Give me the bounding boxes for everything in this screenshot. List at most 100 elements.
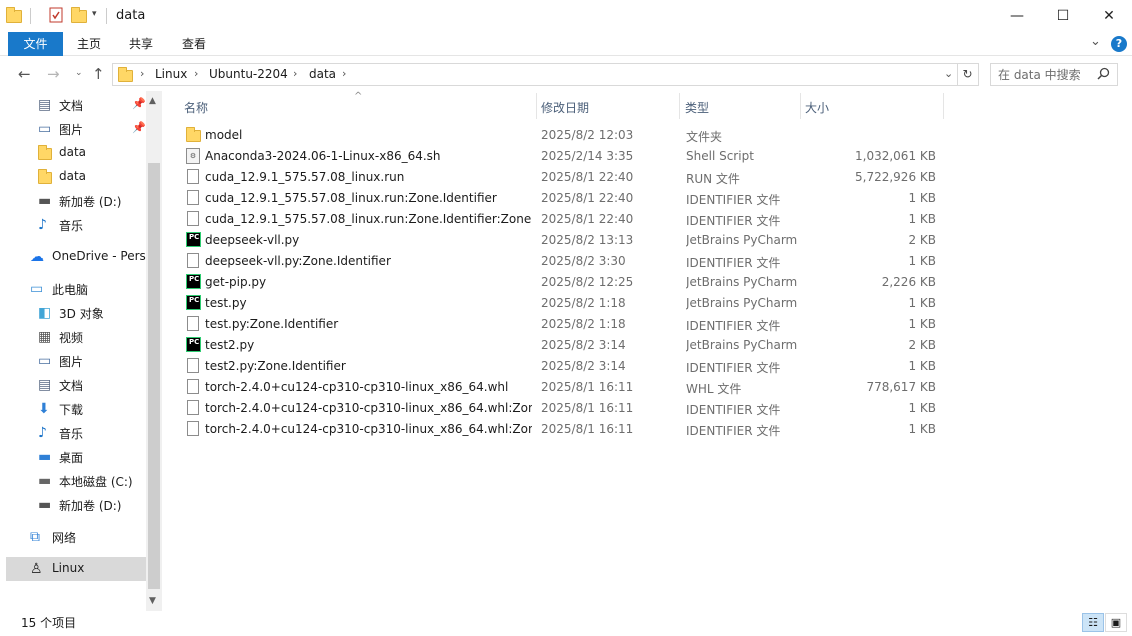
videos-icon: ▦ (38, 329, 52, 345)
file-row[interactable]: torch-2.4.0+cu124-cp310-cp310-linux_x86_… (180, 377, 970, 398)
search-input[interactable] (991, 64, 1091, 85)
file-row[interactable]: deepseek-vll.py:Zone.Identifier 2025/8/2 … (180, 251, 970, 272)
folder-icon[interactable] (6, 7, 22, 23)
file-row[interactable]: torch-2.4.0+cu124-cp310-cp310-linux_x86_… (180, 419, 970, 440)
expand-ribbon-icon[interactable]: ⌄ (1090, 34, 1101, 49)
item-count: 15 个项目 (21, 616, 77, 630)
file-date: 2025/8/2 3:14 (541, 338, 626, 352)
nav-item[interactable]: ☁ OneDrive - Perso (6, 245, 153, 269)
column-label-date: 修改日期 (541, 101, 590, 115)
file-date: 2025/8/1 16:11 (541, 401, 634, 415)
nav-item[interactable]: ⬇ 下载 (6, 397, 146, 421)
file-row[interactable]: PC deepseek-vll.py 2025/8/2 13:13 JetBrains… (180, 230, 970, 251)
linux-penguin-icon: ♙ (30, 561, 43, 577)
nav-item[interactable]: ▤ 文档 (6, 373, 146, 397)
breadcrumb-separator[interactable]: › (342, 67, 346, 80)
nav-item[interactable]: ⧉ 网络 (6, 525, 146, 549)
file-row[interactable]: model 2025/8/2 12:03 文件夹 (180, 125, 970, 146)
new-folder-icon[interactable] (71, 7, 87, 23)
nav-item[interactable]: ▦ 视频 (6, 325, 146, 349)
nav-item[interactable]: ♙ Linux (6, 557, 146, 581)
large-icons-view-icon[interactable]: ▣ (1105, 613, 1127, 632)
nav-item[interactable]: ▬ 桌面 (6, 445, 146, 469)
file-row[interactable]: PC test2.py 2025/8/2 3:14 JetBrains PyCharm… (180, 335, 970, 356)
minimize-button[interactable]: — (994, 0, 1040, 32)
breadcrumb-separator[interactable]: › (194, 67, 198, 80)
nav-scrollbar-thumb[interactable] (148, 163, 160, 589)
back-arrow-icon[interactable]: ← (18, 65, 31, 83)
file-row[interactable]: ⚙ Anaconda3-2024.06-1-Linux-x86_64.sh 2025… (180, 146, 970, 167)
nav-item[interactable]: ♪ 音乐 (6, 421, 146, 445)
search-icon[interactable] (1097, 67, 1110, 83)
file-row[interactable]: test2.py:Zone.Identifier 2025/8/2 3:14 IDE… (180, 356, 970, 377)
up-arrow-icon[interactable]: ↑ (92, 65, 105, 83)
details-view-icon[interactable]: ☷ (1082, 613, 1104, 632)
file-name: deepseek-vll.py (205, 233, 300, 247)
tab-view[interactable]: 查看 (171, 32, 217, 56)
breadcrumb-ubuntu[interactable]: Ubuntu-2204 (209, 67, 288, 81)
column-header-size[interactable]: 大小 (801, 91, 943, 119)
nav-item[interactable]: ▬ 新加卷 (D:) (6, 189, 146, 213)
maximize-button[interactable]: ☐ (1040, 0, 1086, 32)
music-icon: ♪ (38, 217, 47, 233)
breadcrumb-linux[interactable]: Linux (155, 67, 187, 81)
nav-item[interactable]: ▬ 新加卷 (D:) (6, 493, 146, 517)
customize-quick-access-icon[interactable]: ▾ (92, 9, 97, 19)
pin-icon[interactable]: 📌 (132, 97, 146, 110)
nav-item[interactable]: ▭ 此电脑 (6, 277, 146, 301)
breadcrumb-separator[interactable]: › (293, 67, 297, 80)
nav-item[interactable]: data (6, 141, 146, 165)
file-type: JetBrains PyCharm (686, 233, 798, 247)
refresh-icon[interactable]: ↻ (957, 63, 979, 86)
file-row[interactable]: torch-2.4.0+cu124-cp310-cp310-linux_x86_… (180, 398, 970, 419)
file-size: 2,226 KB (881, 275, 936, 289)
nav-item[interactable]: data (6, 165, 146, 189)
help-icon[interactable]: ? (1111, 36, 1127, 52)
nav-item[interactable]: ▬ 本地磁盘 (C:) (6, 469, 146, 493)
forward-arrow-icon[interactable]: → (47, 65, 60, 83)
column-header-type[interactable]: 类型 (680, 91, 800, 119)
file-type: JetBrains PyCharm (686, 275, 798, 289)
file-date: 2025/8/2 12:03 (541, 128, 634, 142)
tab-home[interactable]: 主页 (66, 32, 112, 56)
properties-icon[interactable] (48, 7, 64, 23)
nav-item[interactable]: ♪ 音乐 (6, 213, 146, 237)
desktop-icon: ▬ (38, 449, 52, 465)
column-label-size: 大小 (805, 101, 830, 115)
search-box[interactable] (990, 63, 1118, 86)
tab-file[interactable]: 文件 (8, 32, 63, 56)
close-button[interactable]: ✕ (1086, 0, 1132, 32)
recent-locations-icon[interactable]: ⌄ (75, 68, 83, 78)
file-date: 2025/8/1 22:40 (541, 170, 634, 184)
nav-scrollbar[interactable]: ▲ ▼ (146, 91, 162, 611)
file-row[interactable]: PC test.py 2025/8/2 1:18 JetBrains PyCharm 1… (180, 293, 970, 314)
nav-item[interactable]: ▭ 图片 (6, 349, 146, 373)
file-name: test.py (205, 296, 247, 310)
file-icon (186, 358, 201, 374)
column-divider[interactable] (943, 93, 944, 119)
nav-item[interactable]: ▤ 文档 📌 (6, 93, 146, 117)
file-date: 2025/8/2 12:25 (541, 275, 634, 289)
nav-item[interactable]: ◧ 3D 对象 (6, 301, 146, 325)
scroll-up-icon[interactable]: ▲ (149, 96, 156, 106)
column-header-name[interactable]: 名称 (180, 91, 536, 119)
tab-share[interactable]: 共享 (118, 32, 164, 56)
pin-icon[interactable]: 📌 (132, 121, 146, 134)
drive-icon: ▬ (38, 497, 52, 513)
file-row[interactable]: test.py:Zone.Identifier 2025/8/2 1:18 IDEN… (180, 314, 970, 335)
nav-item[interactable]: ▭ 图片 📌 (6, 117, 146, 141)
address-bar[interactable]: › Linux › Ubuntu-2204 › data › ⌄ (112, 63, 958, 86)
3d-objects-icon: ◧ (38, 305, 52, 321)
breadcrumb-data[interactable]: data (309, 67, 336, 81)
file-row[interactable]: PC get-pip.py 2025/8/2 12:25 JetBrains PyCh… (180, 272, 970, 293)
column-header-date[interactable]: 修改日期 (537, 91, 679, 119)
scroll-down-icon[interactable]: ▼ (149, 596, 156, 606)
file-row[interactable]: cuda_12.9.1_575.57.08_linux.run:Zone.Ide… (180, 209, 970, 230)
pycharm-icon: PC (186, 274, 201, 290)
folder-icon (38, 145, 54, 161)
file-row[interactable]: cuda_12.9.1_575.57.08_linux.run 2025/8/1 … (180, 167, 970, 188)
address-dropdown-icon[interactable]: ⌄ (944, 67, 953, 80)
file-row[interactable]: cuda_12.9.1_575.57.08_linux.run:Zone.Ide… (180, 188, 970, 209)
breadcrumb-separator[interactable]: › (140, 67, 144, 80)
nav-item-label: 文档 (59, 379, 84, 393)
